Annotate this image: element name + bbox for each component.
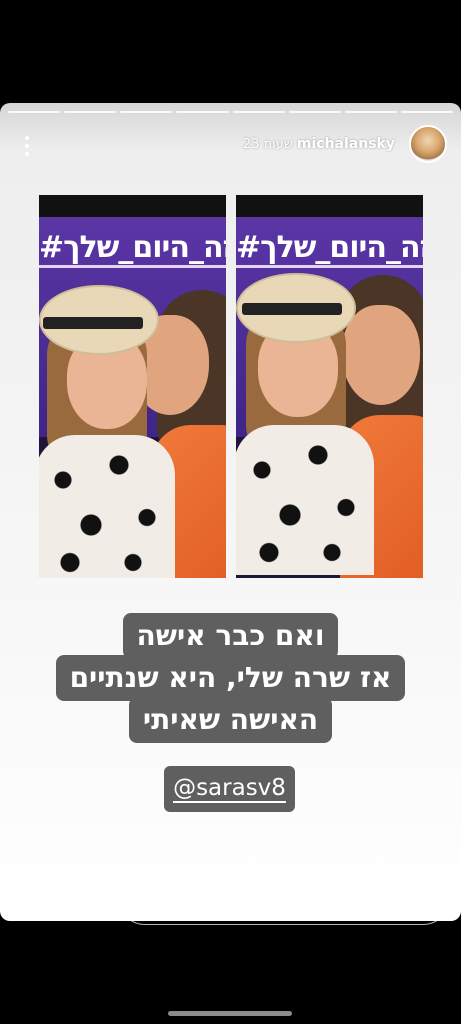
- progress-segment: [344, 111, 397, 113]
- mention-handle: @sarasv8: [173, 775, 286, 803]
- heart-icon[interactable]: [67, 884, 99, 912]
- paper-plane-icon[interactable]: [19, 884, 49, 912]
- message-placeholder: שליחת הודעה: [348, 890, 431, 906]
- message-input[interactable]: שליחת הודעה: [118, 871, 450, 925]
- progress-segment: [120, 111, 173, 113]
- more-vertical-icon[interactable]: [24, 136, 30, 156]
- mention-sticker[interactable]: @sarasv8: [164, 766, 295, 812]
- home-indicator: [168, 1011, 292, 1016]
- photo-left: #זה_היום_שלך: [39, 195, 226, 578]
- caption-line: ואם כבר אישה: [122, 613, 339, 659]
- progress-segment: [400, 111, 453, 113]
- sign-text: #זה_היום_שלך: [236, 230, 423, 265]
- story-card[interactable]: michalansky 23 שעות #זה_היום_שלך #זה_היו…: [0, 103, 461, 921]
- photo-right: #זה_היום_שלך: [236, 195, 423, 578]
- story-header: michalansky 23 שעות: [0, 125, 461, 169]
- progress-segment: [64, 111, 117, 113]
- progress-segment: [8, 111, 61, 113]
- progress-segment: [288, 111, 341, 113]
- story-reply-bar: שליחת הודעה: [0, 868, 461, 926]
- progress-segment: [232, 111, 285, 113]
- caption-line: אז שרה שלי, היא שנתיים: [55, 655, 406, 701]
- post-time: 23 שעות: [242, 137, 293, 152]
- story-caption: ואם כבר אישה אז שרה שלי, היא שנתיים האיש…: [0, 613, 461, 743]
- caption-line: האישה שאיתי: [128, 697, 333, 743]
- avatar[interactable]: [409, 125, 447, 163]
- story-progress-bar: [8, 111, 453, 113]
- username[interactable]: michalansky: [297, 136, 395, 152]
- sign-text: #זה_היום_שלך: [39, 230, 226, 265]
- progress-segment: [176, 111, 229, 113]
